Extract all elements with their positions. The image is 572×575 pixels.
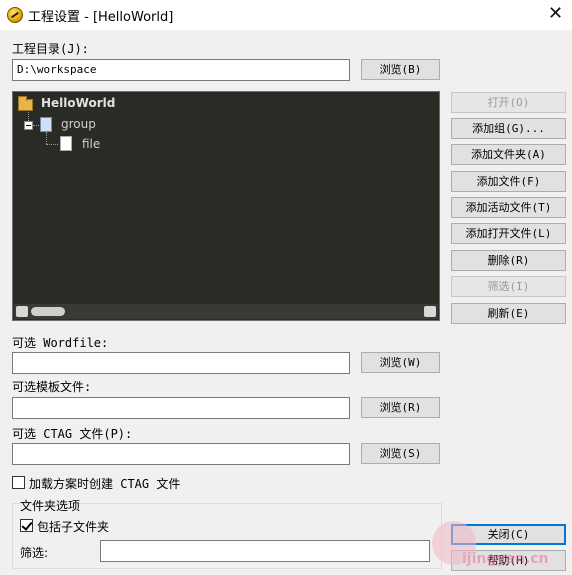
tree-connector bbox=[28, 112, 29, 121]
project-dir-input[interactable]: D:\workspace bbox=[12, 59, 350, 81]
refresh-button[interactable]: 刷新(E) bbox=[451, 303, 566, 324]
horizontal-scrollbar[interactable] bbox=[14, 304, 438, 319]
ctag-label: 可选 CTAG 文件(P): bbox=[12, 427, 133, 441]
project-dir-label: 工程目录(J): bbox=[12, 42, 89, 56]
window-title: 工程设置 - [HelloWorld] bbox=[28, 10, 174, 25]
tree-connector bbox=[46, 132, 47, 144]
create-ctag-label: 加载方案时创建 CTAG 文件 bbox=[29, 477, 181, 491]
tree-root-item[interactable]: HelloWorld bbox=[41, 96, 115, 110]
folder-filter-input[interactable] bbox=[100, 540, 430, 562]
template-input[interactable] bbox=[12, 397, 350, 419]
scroll-left-icon[interactable] bbox=[16, 306, 28, 317]
help-button[interactable]: 帮助(H) bbox=[451, 550, 566, 571]
add-folder-button[interactable]: 添加文件夹(A) bbox=[451, 144, 566, 165]
open-button[interactable]: 打开(O) bbox=[451, 92, 566, 113]
group-icon bbox=[40, 117, 52, 132]
tree-connector bbox=[33, 125, 39, 126]
add-active-file-button[interactable]: 添加活动文件(T) bbox=[451, 197, 566, 218]
tree-file-item[interactable]: file bbox=[82, 137, 100, 151]
wordfile-input[interactable] bbox=[12, 352, 350, 374]
project-tree[interactable]: HelloWorld group file bbox=[12, 91, 440, 321]
browse-ctag-button[interactable]: 浏览(S) bbox=[361, 443, 440, 464]
create-ctag-checkbox[interactable] bbox=[12, 476, 25, 489]
ctag-input[interactable] bbox=[12, 443, 350, 465]
browse-project-dir-button[interactable]: 浏览(B) bbox=[361, 59, 440, 80]
tree-group-item[interactable]: group bbox=[61, 117, 96, 131]
browse-wordfile-button[interactable]: 浏览(W) bbox=[361, 352, 440, 373]
add-file-button[interactable]: 添加文件(F) bbox=[451, 171, 566, 192]
folder-filter-label: 筛选: bbox=[20, 546, 49, 560]
add-open-files-button[interactable]: 添加打开文件(L) bbox=[451, 223, 566, 244]
add-group-button[interactable]: 添加组(G)... bbox=[451, 118, 566, 139]
file-icon bbox=[60, 136, 72, 151]
scroll-right-icon[interactable] bbox=[424, 306, 436, 317]
scrollbar-thumb[interactable] bbox=[31, 307, 65, 316]
close-icon[interactable]: ✕ bbox=[548, 3, 563, 24]
app-icon bbox=[7, 7, 23, 23]
title-bar: 工程设置 - [HelloWorld] ✕ bbox=[0, 0, 572, 30]
wordfile-label: 可选 Wordfile: bbox=[12, 336, 109, 350]
template-label: 可选模板文件: bbox=[12, 380, 92, 394]
include-subfolders-checkbox[interactable] bbox=[20, 519, 33, 532]
browse-template-button[interactable]: 浏览(R) bbox=[361, 397, 440, 418]
close-button[interactable]: 关闭(C) bbox=[451, 524, 566, 545]
folder-open-icon bbox=[18, 96, 33, 111]
collapse-icon[interactable] bbox=[24, 121, 33, 130]
filter-button[interactable]: 筛选(I) bbox=[451, 276, 566, 297]
folder-options-title: 文件夹选项 bbox=[20, 499, 81, 513]
include-subfolders-label: 包括子文件夹 bbox=[37, 520, 110, 534]
tree-connector bbox=[46, 144, 58, 145]
delete-button[interactable]: 删除(R) bbox=[451, 250, 566, 271]
